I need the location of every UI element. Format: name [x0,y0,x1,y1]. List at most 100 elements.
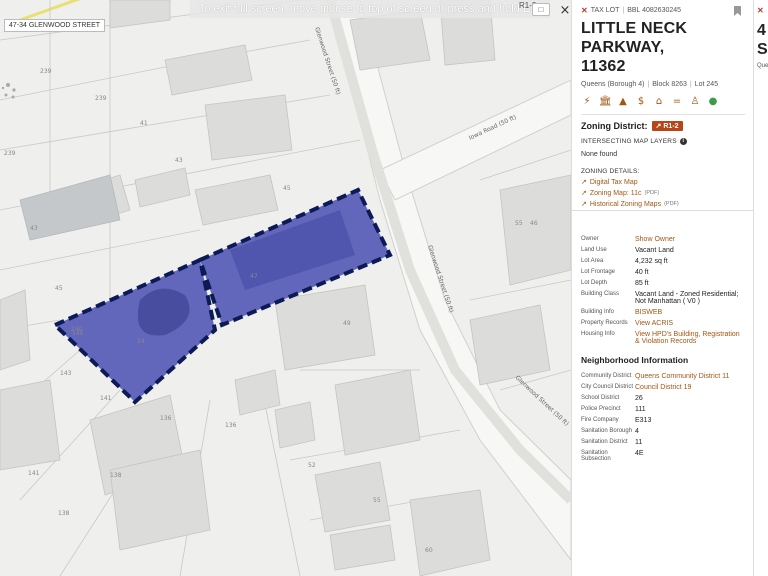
lot-key: Owner [581,236,599,242]
zoning-district-label: Zoning District: [581,121,648,131]
zoning-badge[interactable]: ↗ R1-2 [651,121,683,131]
tax-lot-label: TAX LOT [590,7,620,14]
nh-value: E313 [635,417,652,424]
lot-num-8: 45 [55,285,63,292]
lot-value[interactable]: Show Owner [635,234,745,245]
second-lot-panel[interactable]: ✕ 4 S Que [753,0,768,576]
lot-subline: Queens (Borough 4) | Block 8263 | Lot 245 [581,81,719,88]
tax-lot-row: ✕ TAX LOT | BBL 4082630245 [581,6,682,15]
home-icon[interactable]: ⌂ [653,96,665,107]
lot-value: Vacant Land - Zoned Residential; Not Man… [635,291,739,305]
lot-row: Housing Info View HPD's Building, Registr… [581,329,745,347]
nh-key: City Council District [581,384,634,390]
lot-num-18: 55 [373,497,381,504]
close-lot-icon[interactable]: ✕ [581,6,588,15]
nh-value: 26 [635,395,643,402]
nh-value: 4 [635,428,639,435]
lot-num-20: 55 [515,220,523,227]
lot-row: Owner Show Owner [581,234,745,245]
lot-key: Housing Info [581,331,615,337]
nh-row: City Council District Council District 19 [581,382,745,393]
map-canvas[interactable]: 239 239 239 41 43 43 45 45 47 49 140 143… [0,0,571,576]
fullscreen-hint: To exit full screen, move mouse to top o… [190,0,550,18]
lot-value: Vacant Land [635,247,674,254]
layer-toggle-button[interactable]: □ [532,3,550,16]
zoning-map-link[interactable]: ↗ Zoning Map: 11c (PDF) [581,189,745,198]
digital-tax-map-text: Digital Tax Map [589,178,638,186]
historical-maps-text: Historical Zoning Maps [589,200,662,208]
lot-title: LITTLE NECK PARKWAY, 11362 [581,19,745,76]
lot-row: Land Use Vacant Land [581,245,745,256]
lot-num-6: 43 [30,225,38,232]
building-icon[interactable]: 🏛 [599,96,612,107]
external-link-icon: ↗ [581,190,587,197]
lot-num-21: 141 [28,470,40,477]
lot-value[interactable]: View ACRIS [635,318,745,329]
nh-key: Sanitation District [581,439,628,445]
nh-key: Sanitation Borough [581,428,633,434]
lot-num-22: 138 [58,510,70,517]
panel2-title-1: 4 [757,22,766,39]
lot-row: Lot Area 4,232 sq ft [581,256,745,267]
person-icon[interactable]: ♙ [689,96,701,107]
lot-key: Lot Area [581,258,604,264]
external-link-icon: ↗ [581,179,587,186]
lot-num-3: 239 [4,150,16,157]
dollar-icon[interactable]: $ [635,96,647,107]
zoning-map-text: Zoning Map: 11c [589,189,642,197]
lot-num-16: 136 [225,422,237,429]
digital-tax-map-link[interactable]: ↗ Digital Tax Map [581,178,745,187]
nh-key: Sanitation Subsection [581,450,611,462]
street-label-glenwood-lower: Glenwood Street (50 ft) [514,374,570,427]
lot-key: Land Use [581,247,607,253]
nh-row: Sanitation Borough 4 [581,426,745,437]
lot-value: 85 ft [635,280,649,287]
title-line-2: 11362 [581,58,626,75]
nh-row: Fire Company E313 [581,415,745,426]
divider [581,114,745,115]
lot-key: Property Records [581,320,628,326]
intersecting-section: INTERSECTING MAP LAYERS i [581,138,745,145]
lot-num-25: 240 [71,326,83,333]
nh-value: 11 [635,439,643,446]
lot-num-12: 143 [60,370,72,377]
road-icon[interactable]: ▲ [617,96,629,107]
lot-value[interactable]: View HPD's Building, Registration & Viol… [635,329,745,347]
historical-maps-pdf: (PDF) [664,201,679,207]
nh-key: Community District [581,373,632,379]
panel2-sub: Que [757,63,768,69]
lot-value[interactable]: BISWEB [635,307,745,318]
close-panel-button[interactable]: × [558,4,571,18]
address-label: 47-34 GLENWOOD STREET [4,19,106,32]
nh-key: School District [581,395,620,401]
historical-maps-link[interactable]: ↗ Historical Zoning Maps (PDF) [581,200,745,209]
map-svg[interactable]: 239 239 239 41 43 43 45 45 47 49 140 143… [0,0,571,576]
lot-row: Building Class Vacant Land - Zoned Reside… [581,289,745,307]
neighborhood-table: Community District Queens Community Distr… [581,371,745,464]
zoning-badge-text: R1-2 [663,123,679,130]
lot-num-7: 45 [283,185,291,192]
nh-value[interactable]: Council District 19 [635,382,745,393]
lot-row: Property Records View ACRIS [581,318,745,329]
nh-value: 4E [635,450,644,457]
lot-value: 4,232 sq ft [635,258,668,265]
lightning-icon[interactable]: ⚡ [581,96,593,107]
equals-icon[interactable]: = [671,96,683,107]
nh-row: Sanitation District 11 [581,437,745,448]
lot-num-9: 47 [250,273,258,280]
lot-key: Lot Frontage [581,269,616,275]
lot-row: Lot Depth 85 ft [581,278,745,289]
lot-row: Lot Frontage 40 ft [581,267,745,278]
title-line-1: LITTLE NECK PARKWAY, [581,20,688,56]
info-icon[interactable]: i [679,138,687,145]
close-lot-icon-2[interactable]: ✕ [757,6,768,15]
nh-value[interactable]: Queens Community District 11 [635,371,745,382]
lot-num-10: 49 [343,320,351,327]
lot: Lot 245 [694,81,719,88]
intersecting-value: None found [581,151,618,158]
nh-value: 111 [635,406,646,413]
lot-num-14: 138 [110,472,122,479]
map-pin-icon[interactable]: ● [707,96,719,107]
lot-num-24: 46 [530,220,538,227]
lot-num-1: 239 [40,68,52,75]
